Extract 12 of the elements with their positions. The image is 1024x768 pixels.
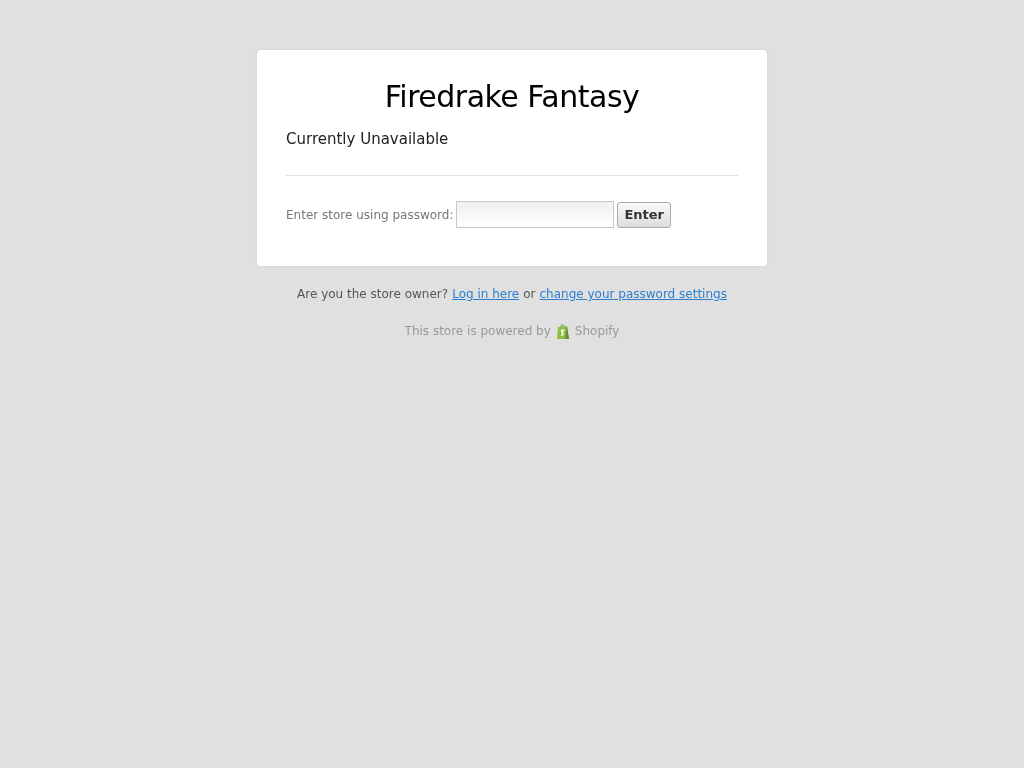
- shopify-text: Shopify: [574, 323, 620, 340]
- status-text: Currently Unavailable: [286, 129, 450, 149]
- password-label: Enter store using password:: [286, 206, 454, 224]
- powered-by-text: This store is powered by: [404, 323, 551, 340]
- or-text: or: [523, 286, 536, 303]
- enter-button[interactable]: Enter: [617, 201, 671, 228]
- password-settings-link[interactable]: change your password settings: [539, 285, 727, 303]
- password-field[interactable]: [456, 201, 615, 228]
- login-link[interactable]: Log in here: [452, 285, 520, 303]
- shopping-bag-icon: [554, 322, 571, 340]
- store-title: Firedrake Fantasy: [383, 78, 641, 116]
- owner-question: Are you the store owner?: [297, 286, 449, 303]
